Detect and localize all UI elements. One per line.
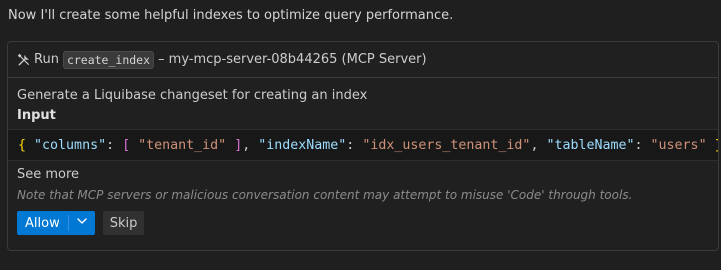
- assistant-message: Now I'll create some helpful indexes to …: [8, 8, 454, 23]
- security-note: Note that MCP servers or malicious conve…: [17, 188, 633, 202]
- tool-description: Generate a Liquibase changeset for creat…: [17, 88, 368, 103]
- json-value-tablename: "users": [650, 137, 707, 153]
- input-heading: Input: [17, 108, 56, 123]
- json-value-columns: "tenant_id": [130, 137, 235, 153]
- tools-icon: [17, 53, 31, 67]
- tool-card-header: Run create_index – my-mcp-server-08b4426…: [8, 42, 718, 78]
- tool-server-label: – my-mcp-server-08b44265 (MCP Server): [158, 52, 427, 67]
- json-close-brace: }: [715, 138, 718, 153]
- json-comma: ,: [530, 137, 547, 153]
- json-colon: :: [346, 137, 363, 153]
- tool-name-chip: create_index: [62, 50, 155, 69]
- json-colon: :: [106, 137, 123, 153]
- json-close-bracket: ]: [234, 137, 243, 153]
- run-label: Run: [34, 52, 59, 67]
- allow-dropdown-button[interactable]: [69, 211, 95, 235]
- json-key-indexname: "indexName": [258, 137, 347, 153]
- json-key-columns: "columns": [34, 137, 107, 153]
- tool-confirmation-card: Run create_index – my-mcp-server-08b4426…: [7, 41, 719, 251]
- json-key-tablename: "tableName": [546, 137, 635, 153]
- json-open-bracket: [: [122, 137, 131, 153]
- json-open-brace: {: [18, 137, 27, 153]
- json-colon: :: [634, 137, 651, 153]
- allow-button[interactable]: Allow: [17, 211, 68, 235]
- json-value-indexname: "idx_users_tenant_id": [362, 137, 531, 153]
- skip-button[interactable]: Skip: [102, 211, 145, 235]
- allow-split-button: Allow: [17, 211, 95, 235]
- input-json-viewer[interactable]: { "columns" : [ "tenant_id" ] , "indexNa…: [8, 129, 718, 161]
- see-more-link[interactable]: See more: [17, 167, 709, 182]
- json-comma: ,: [242, 137, 259, 153]
- chevron-down-icon: [76, 215, 88, 231]
- action-buttons: Allow Skip: [17, 211, 709, 235]
